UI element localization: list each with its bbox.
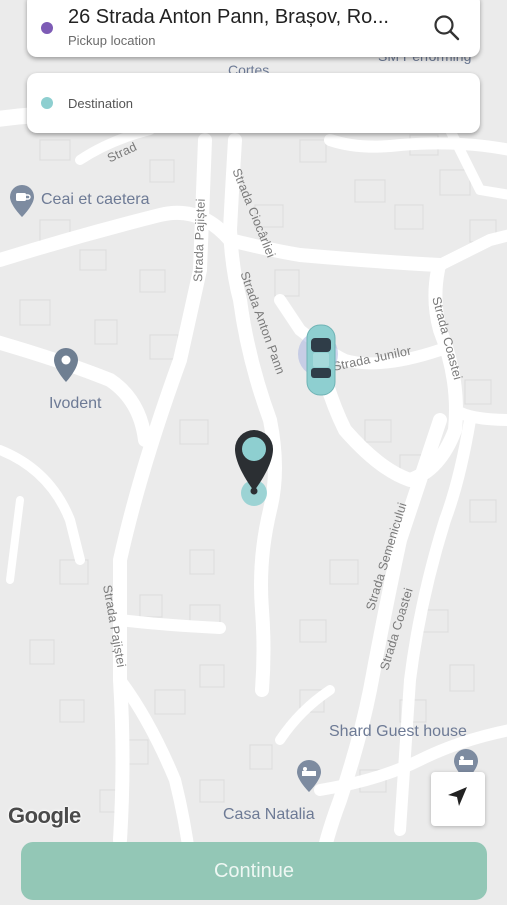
poi-label-shard[interactable]: Shard Guest house — [329, 723, 467, 741]
google-logo: Google — [8, 803, 81, 828]
pickup-label: Pickup location — [68, 33, 156, 48]
street-label-pajistei-north: Strada Pajiștei — [191, 198, 208, 283]
navigation-arrow-icon — [445, 784, 471, 815]
pickup-dot — [41, 22, 53, 34]
search-icon — [432, 15, 462, 47]
car-icon[interactable] — [298, 320, 344, 405]
poi-label-ivodent[interactable]: Ivodent — [49, 395, 101, 413]
destination-card[interactable]: Destination — [27, 73, 480, 133]
continue-button[interactable]: Continue — [21, 842, 487, 900]
my-location-button[interactable] — [431, 772, 485, 826]
destination-dot — [41, 97, 53, 109]
pickup-address[interactable]: 26 Strada Anton Pann, Brașov, Ro... — [68, 6, 418, 29]
poi-label-ceai[interactable]: Ceai et caetera — [41, 191, 150, 209]
poi-label-casa-natalia[interactable]: Casa Natalia — [223, 806, 315, 824]
pickup-location-card[interactable]: 26 Strada Anton Pann, Brașov, Ro... Pick… — [27, 0, 480, 57]
search-button[interactable] — [432, 13, 462, 43]
location-marker-icon[interactable] — [232, 427, 278, 514]
map-pin-icon — [53, 347, 79, 388]
coffee-icon — [8, 184, 36, 223]
hotel-icon — [295, 759, 323, 798]
destination-input[interactable]: Destination — [68, 96, 133, 111]
